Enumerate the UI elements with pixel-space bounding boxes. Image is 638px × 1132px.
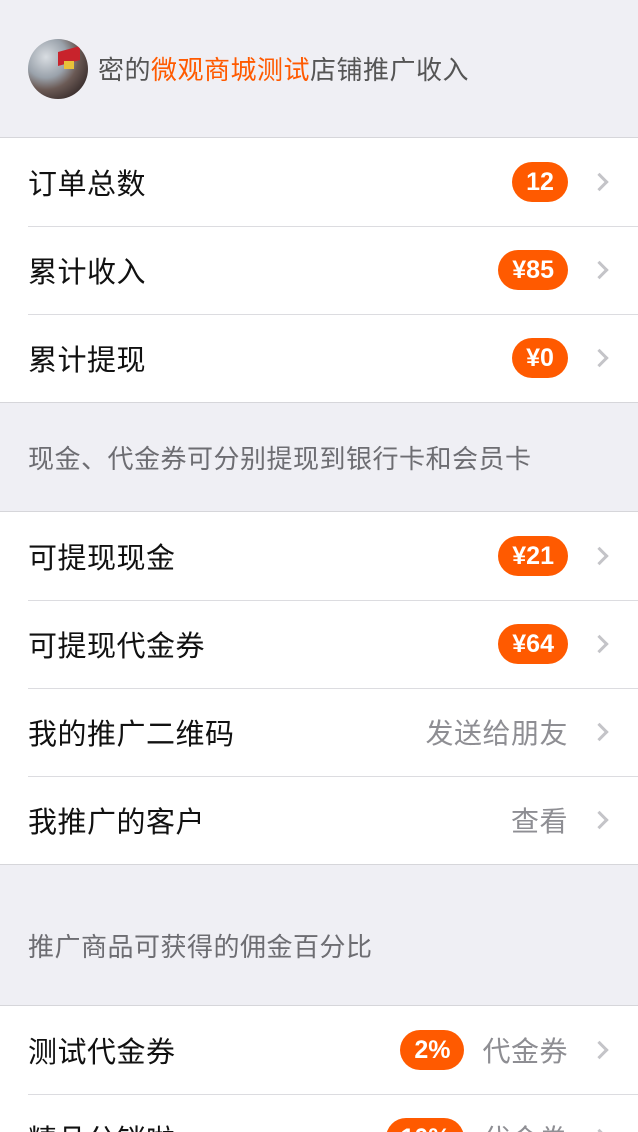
chevron-right-icon [590, 634, 609, 654]
percent-badge: 2% [400, 1030, 465, 1070]
shop-name[interactable]: 微观商城测试 [151, 56, 310, 86]
chevron-right-icon [590, 260, 609, 280]
amount-badge: ¥85 [498, 250, 568, 290]
percent-badge: 10% [386, 1118, 465, 1132]
amount-badge: ¥0 [512, 338, 568, 378]
row-withdrawable-cash[interactable]: 可提现现金 ¥21 [0, 512, 638, 600]
page-header: 密的微观商城测试店铺推广收入 [0, 0, 638, 138]
commission-note: 推广商品可获得的佣金百分比 [28, 932, 373, 963]
row-label: 精品分销啦 [28, 1117, 386, 1132]
chevron-right-icon [590, 348, 609, 368]
row-label: 累计提现 [28, 343, 147, 377]
commission-group: 测试代金券 2% 代金券 精品分销啦 10% 代金券 [0, 1005, 638, 1132]
withdraw-note: 现金、代金券可分别提现到银行卡和会员卡 [28, 444, 532, 475]
row-commission-item[interactable]: 精品分销啦 10% 代金券 [0, 1094, 638, 1132]
row-my-customers[interactable]: 我推广的客户 查看 [0, 776, 638, 864]
row-subtext: 发送给朋友 [425, 717, 568, 750]
chevron-right-icon [590, 172, 609, 192]
amount-badge: ¥21 [498, 536, 568, 576]
row-my-qrcode[interactable]: 我的推广二维码 发送给朋友 [0, 688, 638, 776]
row-subtext: 代金券 [482, 1118, 568, 1132]
shop-avatar [28, 38, 88, 99]
row-label: 我的推广二维码 [28, 717, 235, 751]
row-label: 我推广的客户 [28, 805, 206, 839]
header-suffix: 店铺推广收入 [310, 56, 470, 86]
promotion-income-page: 密的微观商城测试店铺推广收入 订单总数 12 累计收入 ¥85 累计提现 ¥0 … [0, 0, 638, 1132]
row-commission-item[interactable]: 测试代金券 2% 代金券 [0, 1006, 638, 1094]
chevron-right-icon [590, 810, 609, 830]
chevron-right-icon [590, 722, 609, 742]
avatar-flag-detail [64, 60, 74, 69]
chevron-right-icon [590, 1040, 609, 1060]
header-prefix: 密的 [98, 56, 152, 86]
row-total-income[interactable]: 累计收入 ¥85 [0, 226, 638, 314]
row-total-withdrawn[interactable]: 累计提现 ¥0 [0, 314, 638, 402]
row-label: 订单总数 [28, 167, 147, 201]
count-badge: 12 [512, 162, 568, 202]
amount-badge: ¥64 [498, 624, 568, 664]
row-label: 测试代金券 [28, 1035, 176, 1069]
row-subtext: 代金券 [482, 1035, 568, 1068]
withdraw-group: 可提现现金 ¥21 可提现代金券 ¥64 我的推广二维码 发送给朋友 我推广的客… [0, 511, 638, 865]
row-subtext: 查看 [510, 805, 568, 838]
row-label: 可提现代金券 [28, 629, 206, 663]
row-label: 累计收入 [28, 255, 147, 289]
summary-group: 订单总数 12 累计收入 ¥85 累计提现 ¥0 [0, 138, 638, 403]
chevron-right-icon [590, 546, 609, 566]
row-order-total[interactable]: 订单总数 12 [0, 138, 638, 226]
row-label: 可提现现金 [28, 541, 176, 575]
header-title: 密的微观商城测试店铺推广收入 [98, 50, 469, 87]
row-withdrawable-voucher[interactable]: 可提现代金券 ¥64 [0, 600, 638, 688]
